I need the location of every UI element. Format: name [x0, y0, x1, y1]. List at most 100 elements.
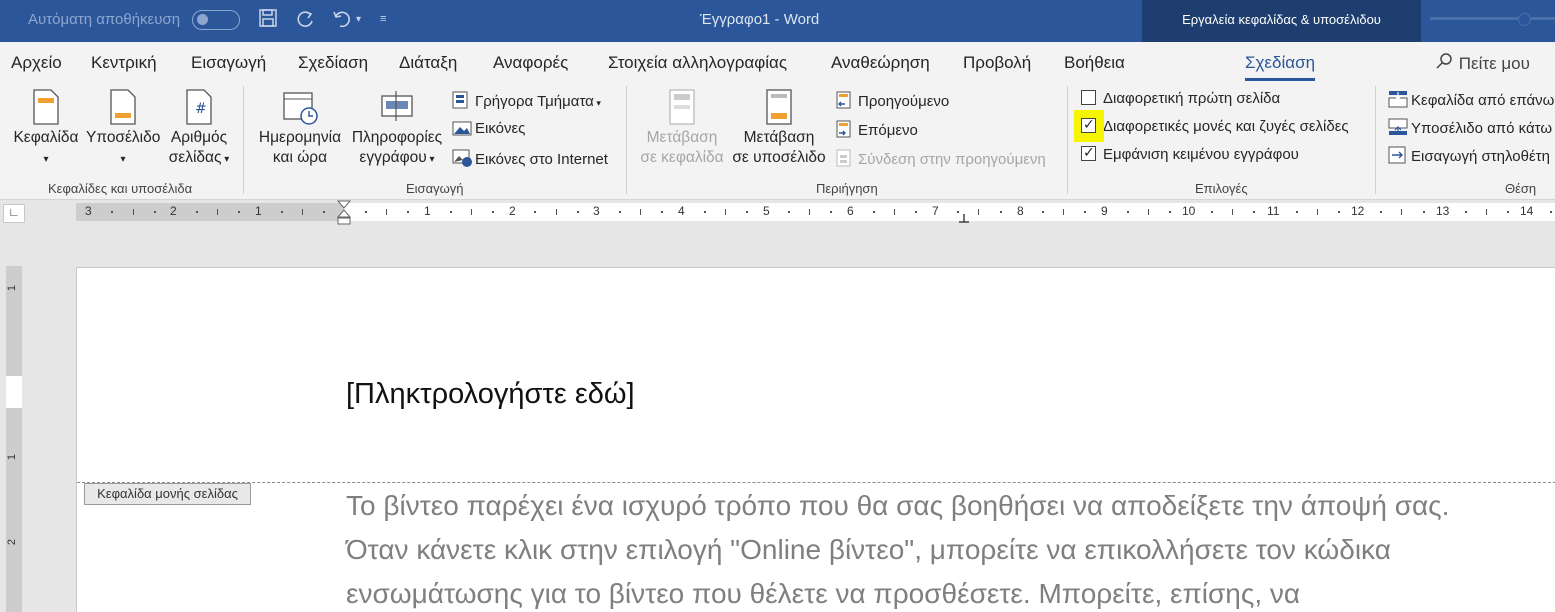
different-odd-even-checkbox-overlay[interactable]: [1081, 116, 1103, 135]
undo-icon[interactable]: [331, 8, 353, 35]
ruler-dot: [830, 211, 832, 213]
group-separator: [626, 86, 627, 194]
header-position-icon: [1388, 90, 1408, 108]
ruler-number: 3: [593, 204, 600, 218]
ruler-number: 11: [1267, 204, 1280, 218]
vertical-ruler[interactable]: 1 1 2: [6, 266, 22, 612]
tab-references[interactable]: Αναφορές: [493, 53, 568, 73]
next-icon: [835, 120, 855, 138]
page-number-icon: #: [186, 89, 212, 125]
ruler-dot: [1296, 211, 1298, 213]
online-pictures-label: Εικόνες στο Internet: [475, 151, 608, 168]
tab-review[interactable]: Αναθεώρηση: [831, 53, 930, 73]
go-to-footer-button[interactable]: Μετάβαση σε υποσέλιδο: [731, 88, 827, 168]
quick-parts-button[interactable]: Γρήγορα Τμήματα ▾: [452, 91, 601, 110]
go-to-header-button[interactable]: Μετάβαση σε κεφαλίδα: [638, 88, 726, 168]
svg-text:#: #: [195, 101, 207, 117]
ruler-dot: [281, 211, 283, 213]
undo-dropdown-icon[interactable]: ▾: [356, 14, 361, 25]
header-from-top-field[interactable]: Κεφαλίδα από επάνω: [1388, 90, 1554, 109]
ribbon-tabs: Αρχείο Κεντρική Εισαγωγή Σχεδίαση Διάταξ…: [0, 42, 1555, 84]
ruler-dot: [1084, 211, 1086, 213]
different-first-page-checkbox[interactable]: Διαφορετική πρώτη σελίδα: [1081, 90, 1280, 107]
alignment-tab-icon: [1388, 146, 1408, 164]
ruler-dot: [577, 211, 579, 213]
ruler-dot: [957, 211, 959, 213]
footer-from-bottom-label: Υποσέλιδο από κάτω: [1411, 120, 1553, 137]
horizontal-ruler[interactable]: 3 2 1 1 2 3 4 5 6 7 8 9 10 11 12 13 14: [76, 200, 1555, 225]
insert-alignment-tab-button[interactable]: Εισαγωγή στηλοθέτη: [1388, 146, 1550, 165]
online-pictures-icon: [452, 149, 472, 167]
body-line: Όταν κάνετε κλικ στην επιλογή "Online βί…: [346, 534, 1391, 565]
page-number-button[interactable]: # Αριθμός σελίδας ▾: [164, 88, 234, 170]
titlebar-slider[interactable]: [1430, 13, 1555, 26]
pictures-label: Εικόνες: [475, 120, 526, 137]
next-label: Επόμενο: [858, 122, 918, 139]
header-placeholder[interactable]: [Πληκτρολογήστε εδώ]: [346, 378, 635, 411]
tab-stop-marker-icon[interactable]: [958, 213, 970, 223]
tell-me-search[interactable]: Πείτε μου: [1436, 53, 1530, 74]
footer-button[interactable]: Υποσέλιδο ▾: [86, 88, 160, 170]
tab-file[interactable]: Αρχείο: [11, 53, 62, 73]
next-button[interactable]: Επόμενο: [835, 120, 918, 139]
ruler-number: 2: [170, 204, 177, 218]
ruler-number: 1: [255, 204, 262, 218]
document-body[interactable]: Το βίντεο παρέχει ένα ισχυρό τρόπο που θ…: [346, 484, 1555, 612]
previous-button[interactable]: Προηγούμενο: [835, 91, 949, 110]
redo-icon[interactable]: [294, 8, 316, 35]
body-line: ενσωμάτωσης για το βίντεο που θέλετε να …: [346, 578, 1301, 609]
ruler-number: 6: [847, 204, 854, 218]
ruler-dot: [1211, 211, 1213, 213]
tab-selector[interactable]: ∟: [3, 204, 25, 223]
online-pictures-button[interactable]: Εικόνες στο Internet: [452, 149, 608, 168]
ruler-tick: [640, 209, 641, 215]
tab-view[interactable]: Προβολή: [963, 53, 1031, 73]
different-first-page-label: Διαφορετική πρώτη σελίδα: [1103, 90, 1281, 107]
ruler-dot: [1338, 211, 1340, 213]
date-time-button[interactable]: Ημερομηνία και ώρα: [256, 88, 344, 168]
tab-help[interactable]: Βοήθεια: [1064, 53, 1125, 73]
tab-mailings[interactable]: Στοιχεία αλληλογραφίας: [608, 53, 787, 73]
page-number-label-1: Αριθμός: [170, 129, 228, 146]
go-to-footer-label-1: Μετάβαση: [743, 129, 815, 146]
context-tools-title: Εργαλεία κεφαλίδας & υποσέλιδου: [1142, 0, 1421, 42]
document-page[interactable]: [Πληκτρολογήστε εδώ] Κεφαλίδα μονής σελί…: [76, 267, 1555, 612]
tab-hf-design[interactable]: Σχεδίαση: [1245, 53, 1316, 81]
group-label-position: Θέση: [1505, 181, 1537, 196]
quick-parts-label: Γρήγορα Τμήματα: [475, 93, 594, 110]
ruler-number: 7: [932, 204, 939, 218]
document-info-label-2: εγγράφου: [359, 149, 427, 166]
previous-label: Προηγούμενο: [858, 93, 950, 110]
tab-home[interactable]: Κεντρική: [91, 53, 157, 73]
customize-toolbar-icon[interactable]: ≡: [380, 13, 386, 25]
group-separator: [1067, 86, 1068, 194]
ruler-area: ∟ 3 2 1 1 2 3 4 5 6 7 8 9 10 11 12 13 14: [0, 200, 1555, 226]
different-odd-even-checkbox[interactable]: Διαφορετικές μονές και ζυγές σελίδες: [1081, 116, 1349, 135]
autosave-toggle[interactable]: [192, 10, 240, 30]
tab-layout[interactable]: Διάταξη: [399, 53, 457, 73]
header-button[interactable]: Κεφαλίδα ▾: [10, 88, 82, 170]
page-number-dropdown-icon: ▾: [221, 154, 230, 165]
link-to-previous-button[interactable]: Σύνδεση στην προηγούμενη: [835, 149, 1046, 168]
pictures-button[interactable]: Εικόνες: [452, 120, 525, 138]
ruler-dot: [788, 211, 790, 213]
different-odd-even-label: Διαφορετικές μονές και ζυγές σελίδες: [1103, 118, 1349, 135]
tab-design[interactable]: Σχεδίαση: [298, 53, 368, 73]
group-separator: [1375, 86, 1376, 194]
ruler-dot: [1000, 211, 1002, 213]
tab-insert[interactable]: Εισαγωγή: [191, 53, 266, 73]
document-info-button[interactable]: Πληροφορίες εγγράφου ▾: [349, 88, 445, 170]
show-document-text-checkbox[interactable]: Εμφάνιση κειμένου εγγράφου: [1081, 144, 1299, 163]
link-previous-label: Σύνδεση στην προηγούμενη: [858, 151, 1046, 168]
footer-from-bottom-field[interactable]: Υποσέλιδο από κάτω: [1388, 118, 1552, 137]
ruler-dot: [1465, 211, 1467, 213]
document-info-label-1: Πληροφορίες: [351, 129, 443, 146]
link-previous-icon: [835, 149, 855, 167]
ruler-tick: [894, 209, 895, 215]
ruler-dot: [1380, 211, 1382, 213]
ruler-dot: [111, 211, 113, 213]
save-icon[interactable]: [258, 8, 278, 33]
go-to-header-label-2: σε κεφαλίδα: [640, 149, 724, 166]
indent-marker-icon[interactable]: [337, 200, 351, 226]
ruler-tick: [471, 209, 472, 215]
